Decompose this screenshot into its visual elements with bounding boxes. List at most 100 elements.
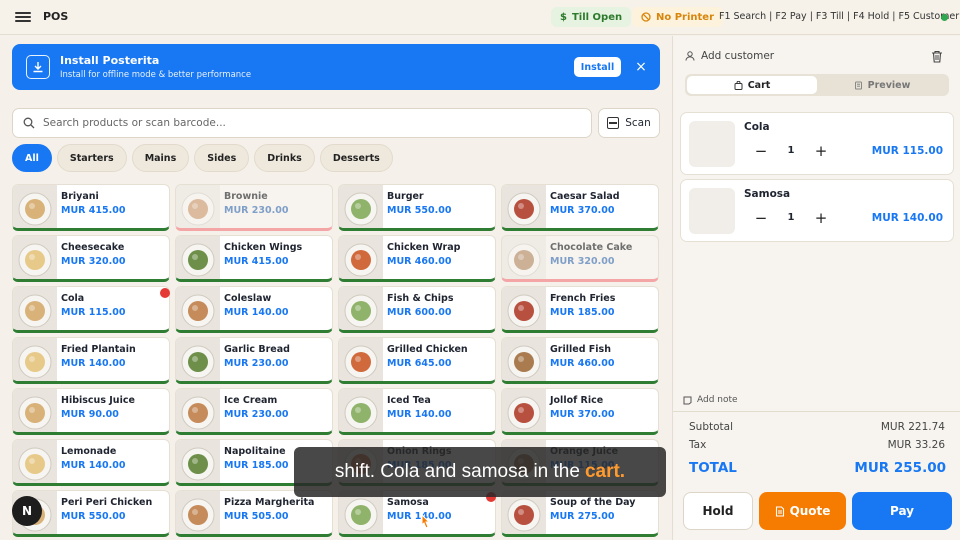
product-price: MUR 230.00: [224, 205, 289, 216]
receipt-icon: [854, 81, 862, 89]
product-name: French Fries: [550, 293, 616, 304]
category-all[interactable]: All: [12, 144, 52, 172]
samosa-icon: [339, 491, 383, 534]
product-tile[interactable]: Fried Plantain MUR 140.00: [12, 337, 170, 384]
total-value: MUR 255.00: [854, 460, 946, 476]
product-tile[interactable]: Briyani MUR 415.00: [12, 184, 170, 231]
product-tile[interactable]: Jollof Rice MUR 370.00: [501, 388, 659, 435]
product-price: MUR 415.00: [224, 256, 289, 267]
avatar[interactable]: N: [12, 496, 42, 526]
cart-item-samosa: Samosa − 1 + MUR 140.00: [680, 179, 954, 242]
tab-preview-label: Preview: [867, 79, 911, 91]
online-status-dot: [941, 14, 948, 21]
hamburger-menu-icon[interactable]: [15, 10, 31, 24]
product-tile[interactable]: Chicken Wrap MUR 460.00: [338, 235, 496, 282]
product-name: Pizza Margherita: [224, 497, 315, 508]
product-tile[interactable]: Garlic Bread MUR 230.00: [175, 337, 333, 384]
product-price: MUR 90.00: [61, 409, 119, 420]
tax-value: MUR 33.26: [887, 439, 945, 451]
decrease-quantity-button[interactable]: −: [747, 137, 775, 165]
product-name: Peri Peri Chicken: [61, 497, 153, 508]
product-name: Grilled Chicken: [387, 344, 468, 355]
product-tile[interactable]: Chicken Wings MUR 415.00: [175, 235, 333, 282]
in-cart-badge: [160, 288, 170, 298]
product-tile[interactable]: Grilled Fish MUR 460.00: [501, 337, 659, 384]
printer-status-badge[interactable]: No Printer: [632, 7, 724, 27]
product-name: Brownie: [224, 191, 268, 202]
product-price: MUR 370.00: [550, 205, 615, 216]
product-tile[interactable]: Grilled Chicken MUR 645.00: [338, 337, 496, 384]
note-icon: [683, 396, 692, 404]
product-tile[interactable]: Cola MUR 115.00: [12, 286, 170, 333]
product-price: MUR 140.00: [61, 460, 126, 471]
caption-text: shift. Cola and samosa in the: [334, 461, 580, 482]
product-tile[interactable]: Coleslaw MUR 140.00: [175, 286, 333, 333]
product-price: MUR 320.00: [550, 256, 615, 267]
category-desserts[interactable]: Desserts: [319, 144, 393, 172]
product-tile[interactable]: Soup of the Day MUR 275.00: [501, 490, 659, 537]
product-price: MUR 140.00: [224, 307, 289, 318]
product-tile[interactable]: Hibiscus Juice MUR 90.00: [12, 388, 170, 435]
cake-slice-icon: [176, 185, 220, 228]
rice-plate-icon: [13, 185, 57, 228]
product-tile[interactable]: Lemonade MUR 140.00: [12, 439, 170, 486]
product-tile[interactable]: Samosa MUR 140.00: [338, 490, 496, 537]
decrease-quantity-button[interactable]: −: [747, 204, 775, 232]
product-name: Samosa: [387, 497, 429, 508]
total-row: TOTAL MUR 255.00: [689, 460, 946, 476]
product-name: Fried Plantain: [61, 344, 136, 355]
product-tile[interactable]: Pizza Margherita MUR 505.00: [175, 490, 333, 537]
tab-preview[interactable]: Preview: [817, 76, 947, 94]
product-tile[interactable]: Cheesecake MUR 320.00: [12, 235, 170, 282]
product-price: MUR 115.00: [61, 307, 126, 318]
add-note-button[interactable]: Add note: [683, 395, 738, 405]
product-tile[interactable]: Iced Tea MUR 140.00: [338, 388, 496, 435]
product-price: MUR 645.00: [387, 358, 452, 369]
product-name: Fish & Chips: [387, 293, 454, 304]
product-tile[interactable]: Fish & Chips MUR 600.00: [338, 286, 496, 333]
product-name: Chocolate Cake: [550, 242, 633, 253]
product-name: Chicken Wings: [224, 242, 303, 253]
scan-label: Scan: [625, 117, 651, 129]
category-mains[interactable]: Mains: [131, 144, 190, 172]
product-name: Coleslaw: [224, 293, 272, 304]
tab-cart[interactable]: Cart: [687, 76, 817, 94]
iced-tea-icon: [339, 389, 383, 432]
hold-button[interactable]: Hold: [683, 492, 753, 530]
increase-quantity-button[interactable]: +: [807, 204, 835, 232]
install-banner: Install Posterita Install for offline mo…: [12, 44, 660, 90]
product-name: Ice Cream: [224, 395, 278, 406]
bag-icon: [734, 80, 743, 90]
subtotal-value: MUR 221.74: [880, 421, 945, 433]
product-tile[interactable]: Burger MUR 550.00: [338, 184, 496, 231]
tax-label: Tax: [689, 439, 707, 451]
product-tile[interactable]: Caesar Salad MUR 370.00: [501, 184, 659, 231]
trash-icon[interactable]: [931, 50, 943, 63]
increase-quantity-button[interactable]: +: [807, 137, 835, 165]
search-input[interactable]: [43, 113, 583, 133]
product-name: Soup of the Day: [550, 497, 636, 508]
chocolate-cake-icon: [502, 236, 546, 279]
till-status-badge[interactable]: $ Till Open: [551, 7, 632, 27]
product-tile[interactable]: French Fries MUR 185.00: [501, 286, 659, 333]
product-name: Cola: [61, 293, 85, 304]
product-search: [12, 108, 592, 138]
product-tile[interactable]: Chocolate Cake MUR 320.00: [501, 235, 659, 282]
category-starters[interactable]: Starters: [56, 144, 127, 172]
add-customer-button[interactable]: Add customer: [685, 50, 774, 62]
cola-glass-icon: [13, 287, 57, 330]
pay-button[interactable]: Pay: [852, 492, 952, 530]
cart-sidebar: Add customer Cart Preview Cola − 1 + MUR…: [672, 36, 960, 540]
scan-button[interactable]: Scan: [598, 108, 660, 138]
fish-chips-icon: [339, 287, 383, 330]
quote-button[interactable]: Quote: [759, 492, 846, 530]
plantain-icon: [13, 338, 57, 381]
product-tile[interactable]: Ice Cream MUR 230.00: [175, 388, 333, 435]
category-sides[interactable]: Sides: [194, 144, 250, 172]
ice-cream-icon: [176, 389, 220, 432]
product-tile[interactable]: Brownie MUR 230.00: [175, 184, 333, 231]
category-drinks[interactable]: Drinks: [254, 144, 315, 172]
close-icon[interactable]: ×: [632, 57, 650, 77]
install-button[interactable]: Install: [574, 57, 621, 77]
tab-cart-label: Cart: [747, 79, 771, 91]
